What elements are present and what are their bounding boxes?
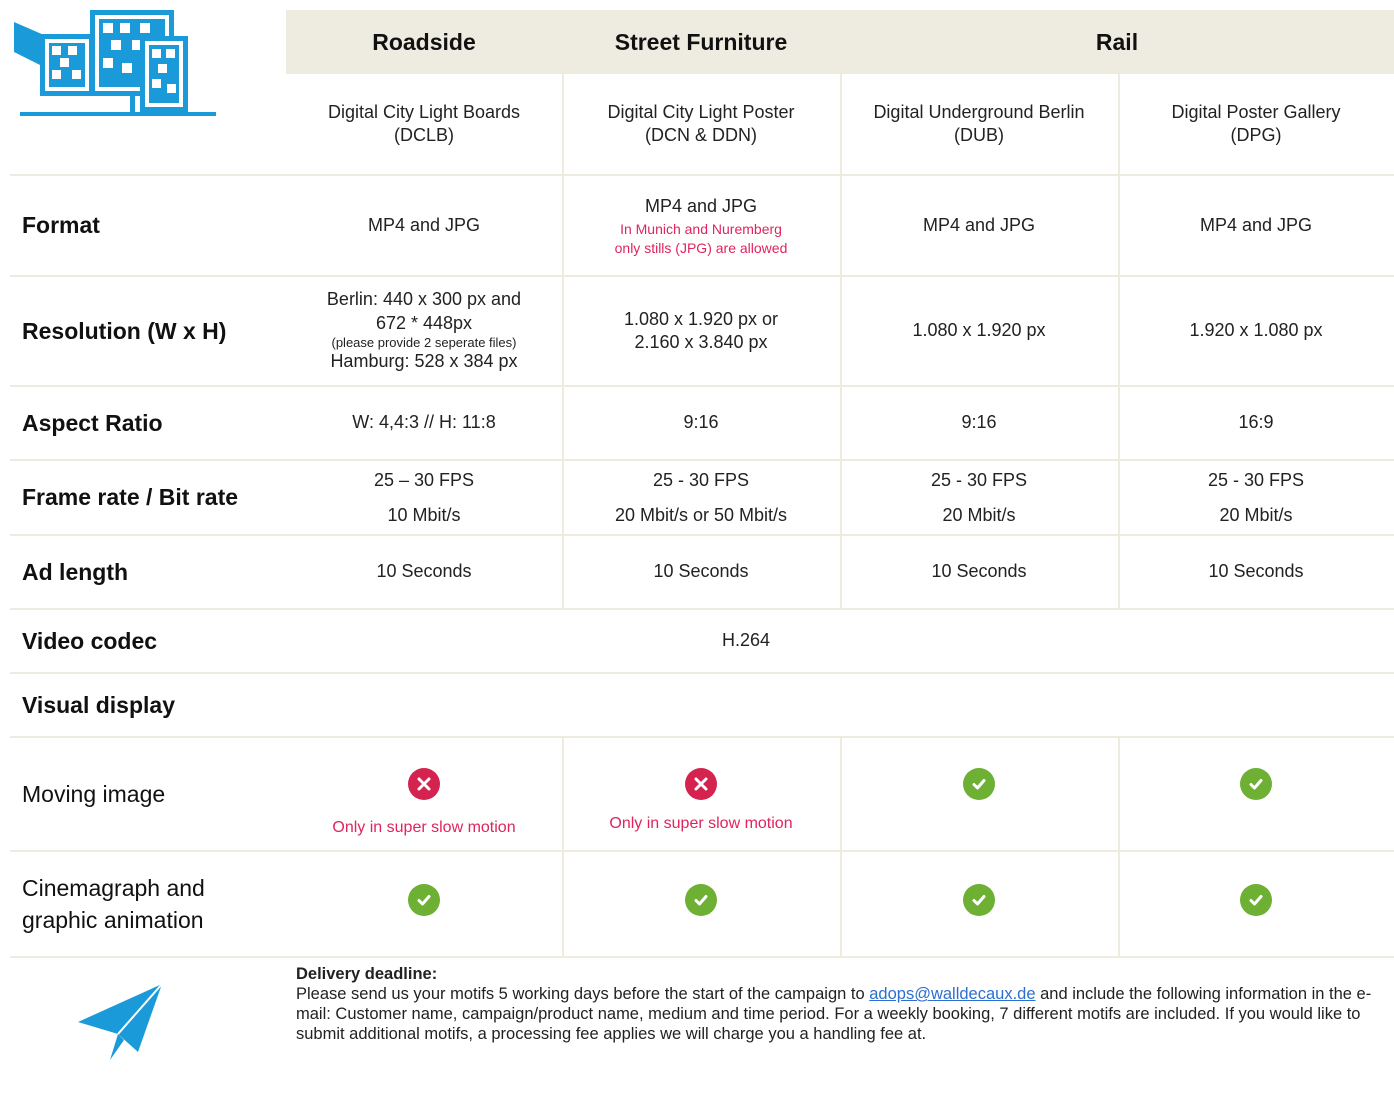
framerate-value: 25 - 30 FPS 20 Mbit/s xyxy=(840,461,1118,534)
group-header-roadside: Roadside xyxy=(372,28,476,55)
check-circle-icon xyxy=(1240,768,1272,800)
resolution-line: 672 * 448px xyxy=(375,312,473,333)
product-name: Digital Poster Gallery (DPG) xyxy=(1118,74,1394,174)
adlength-value: 10 Seconds xyxy=(653,561,749,582)
aspect-value: 16:9 xyxy=(1238,412,1274,433)
row-label-frame-rate: Frame rate / Bit rate xyxy=(22,484,239,510)
digital-screens-logo-icon xyxy=(14,10,216,116)
check-circle-icon xyxy=(1240,884,1272,916)
product-name: Digital City Light Poster (DCN & DDN) xyxy=(562,74,840,174)
adlength-value: 10 Seconds xyxy=(931,561,1027,582)
format-text: MP4 and JPG xyxy=(644,195,758,216)
group-header-rail: Rail xyxy=(1095,28,1139,55)
product-title: Digital Underground Berlin xyxy=(873,101,1085,122)
aspect-value: W: 4,4:3 // H: 11:8 xyxy=(352,412,496,433)
cinemagraph-label-line: Cinemagraph and xyxy=(22,874,205,901)
moving-note: Only in super slow motion xyxy=(609,815,793,832)
row-label-moving-image: Moving image xyxy=(22,780,166,807)
aspect-value: 9:16 xyxy=(961,412,997,433)
moving-status-cell xyxy=(1118,738,1394,850)
delivery-deadline-body: Please send us your motifs 5 working day… xyxy=(296,984,1376,1044)
row-label-ad-length: Ad length xyxy=(22,558,129,585)
product-title: Digital City Light Poster xyxy=(607,101,795,122)
x-circle-icon xyxy=(408,768,440,800)
row-label-visual-display: Visual display xyxy=(22,691,175,718)
product-code: (DCN & DDN) xyxy=(645,125,757,145)
bitrate-text: 20 Mbit/s xyxy=(942,504,1016,525)
fps-text: 25 - 30 FPS xyxy=(1207,470,1305,491)
format-value: MP4 and JPG xyxy=(922,214,1036,235)
codec-value: H.264 xyxy=(721,630,771,651)
check-circle-icon xyxy=(408,884,440,916)
x-circle-icon xyxy=(685,768,717,800)
cinemagraph-status-cell xyxy=(840,852,1118,948)
product-title: Digital Poster Gallery xyxy=(1171,101,1341,122)
row-label-resolution: Resolution (W x H) xyxy=(22,317,227,344)
format-value: MP4 and JPG In Munich and Nuremberg only… xyxy=(562,176,840,275)
cinemagraph-status-cell xyxy=(1118,852,1394,948)
row-label-cinemagraph: Cinemagraph and graphic animation xyxy=(22,852,205,956)
delivery-deadline-title: Delivery deadline: xyxy=(296,965,438,983)
resolution-line: 1.080 x 1.920 px or xyxy=(623,308,779,329)
adlength-value: 10 Seconds xyxy=(1208,561,1304,582)
cinemagraph-status-cell xyxy=(562,852,840,948)
paper-plane-icon xyxy=(78,983,163,1060)
delivery-text-before: Please send us your motifs 5 working day… xyxy=(296,985,870,1003)
resolution-value: Berlin: 440 x 300 px and 672 * 448px (pl… xyxy=(286,277,562,385)
product-title: Digital City Light Boards xyxy=(327,101,521,122)
moving-note: Only in super slow motion xyxy=(332,819,516,836)
product-code: (DUB) xyxy=(954,125,1004,145)
moving-status-cell: Only in super slow motion xyxy=(286,738,562,850)
product-name: Digital Underground Berlin (DUB) xyxy=(840,74,1118,174)
delivery-deadline: Delivery deadline: Please send us your m… xyxy=(296,964,1376,1044)
fps-text: 25 – 30 FPS xyxy=(373,470,475,491)
bitrate-text: 20 Mbit/s xyxy=(1219,504,1293,525)
group-header-street-furniture: Street Furniture xyxy=(614,28,788,55)
format-value: MP4 and JPG xyxy=(367,214,481,235)
product-code: (DCLB) xyxy=(393,125,454,145)
product-name: Digital City Light Boards (DCLB) xyxy=(286,74,562,174)
framerate-value: 25 - 30 FPS 20 Mbit/s or 50 Mbit/s xyxy=(562,461,840,534)
resolution-value: 1.920 x 1.080 px xyxy=(1189,320,1323,341)
row-label-format: Format xyxy=(22,212,100,238)
row-label-aspect-ratio: Aspect Ratio xyxy=(22,409,163,436)
check-circle-icon xyxy=(685,884,717,916)
resolution-line: Hamburg: 528 x 384 px xyxy=(330,351,518,372)
cinemagraph-label-line: graphic animation xyxy=(22,907,204,933)
row-label-video-codec: Video codec xyxy=(22,627,158,654)
fps-text: 25 - 30 FPS xyxy=(652,470,750,491)
resolution-value: 1.080 x 1.920 px xyxy=(912,320,1046,341)
framerate-value: 25 – 30 FPS 10 Mbit/s xyxy=(286,461,562,534)
product-code: (DPG) xyxy=(1230,125,1282,145)
format-note: In Munich and Nuremberg xyxy=(620,221,782,238)
framerate-value: 25 - 30 FPS 20 Mbit/s xyxy=(1118,461,1394,534)
resolution-note: (please provide 2 seperate files) xyxy=(331,334,517,350)
adlength-value: 10 Seconds xyxy=(376,561,472,582)
format-note: only stills (JPG) are allowed xyxy=(614,239,788,256)
cinemagraph-status-cell xyxy=(286,852,562,948)
row-divider xyxy=(10,956,1394,958)
aspect-value: 9:16 xyxy=(683,412,719,433)
check-circle-icon xyxy=(963,768,995,800)
bitrate-text: 10 Mbit/s xyxy=(387,504,461,525)
moving-status-cell xyxy=(840,738,1118,850)
row-divider xyxy=(10,672,1394,674)
format-value: MP4 and JPG xyxy=(1199,214,1313,235)
fps-text: 25 - 30 FPS xyxy=(930,470,1028,491)
resolution-value: 1.080 x 1.920 px or 2.160 x 3.840 px xyxy=(562,277,840,385)
bitrate-text: 20 Mbit/s or 50 Mbit/s xyxy=(614,504,788,525)
resolution-line: 2.160 x 3.840 px xyxy=(634,332,768,352)
check-circle-icon xyxy=(963,884,995,916)
email-link[interactable]: adops@walldecaux.de xyxy=(869,985,1035,1003)
moving-status-cell: Only in super slow motion xyxy=(562,738,840,850)
resolution-line: Berlin: 440 x 300 px and xyxy=(326,289,522,310)
